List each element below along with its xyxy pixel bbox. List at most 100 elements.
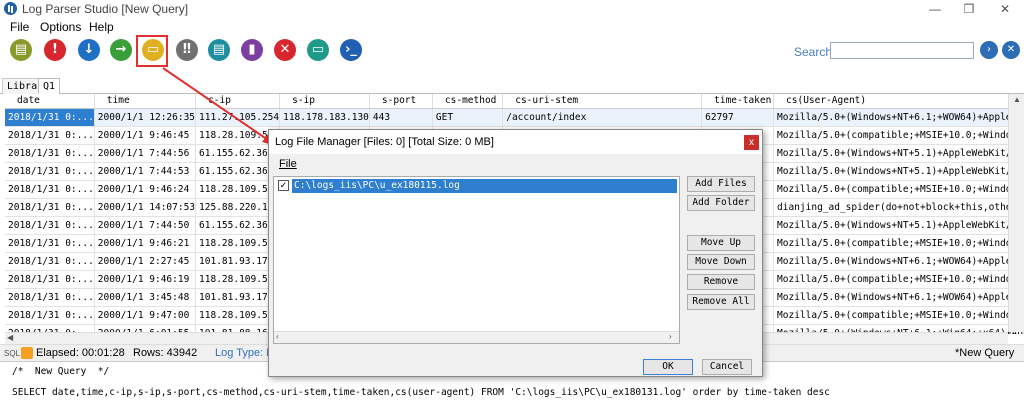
table-cell: 2018/1/31 0:...: [5, 234, 95, 253]
table-cell: 2000/1/1 14:07:53: [94, 198, 197, 217]
scroll-left-icon[interactable]: ◀: [7, 333, 13, 342]
column-header-time-taken[interactable]: time-taken: [701, 94, 775, 109]
table-cell: 61.155.62.36: [195, 162, 281, 181]
remove-button[interactable]: Remove: [687, 274, 755, 290]
move-down-button[interactable]: Move Down: [687, 254, 755, 270]
scroll-right-icon[interactable]: ›: [669, 332, 672, 341]
table-cell: 2018/1/31 0:...: [5, 198, 95, 217]
column-header-date[interactable]: date: [5, 94, 95, 109]
table-cell: 118.178.183.130: [279, 108, 370, 127]
search-close-icon[interactable]: ✕: [1002, 41, 1020, 59]
table-cell: 2000/1/1 9:46:19: [94, 270, 197, 289]
document-icon[interactable]: ▤: [208, 39, 230, 61]
download-icon[interactable]: ↓: [78, 39, 100, 61]
table-cell: 125.88.220.109: [195, 198, 281, 217]
table-cell: Mozilla/5.0+(Windows+NT+5.1)+AppleWebKit…: [773, 162, 1024, 181]
menu-bar: File Options Help: [0, 18, 1024, 36]
log-file-icon: [21, 347, 33, 359]
chart-icon[interactable]: ▮: [241, 39, 263, 61]
search-input[interactable]: [830, 42, 974, 59]
table-cell: /account/index: [502, 108, 703, 127]
column-header-s-ip[interactable]: s-ip: [279, 94, 370, 109]
table-cell: 2018/1/31 0:...: [5, 270, 95, 289]
export-icon[interactable]: ▭: [307, 39, 329, 61]
restore-button[interactable]: ❐: [952, 0, 986, 18]
stop-icon[interactable]: ✕: [274, 39, 296, 61]
search-next-icon[interactable]: ›: [980, 41, 998, 59]
dialog-close-button[interactable]: x: [744, 135, 759, 150]
column-header-cs-uri-stem[interactable]: cs-uri-stem: [502, 94, 703, 109]
file-path[interactable]: C:\logs_iis\PC\u_ex180115.log: [292, 179, 677, 193]
table-cell: dianjing_ad_spider(do+not+block+this,oth…: [773, 198, 1024, 217]
table-row[interactable]: 2018/1/31 0:... 2000/1/1 12:26:35 111.27.1…: [5, 108, 1024, 127]
column-header-time[interactable]: time: [94, 94, 197, 109]
table-cell: 2018/1/31 0:...: [5, 162, 95, 181]
table-cell: Mozilla/5.0+(compatible;+MSIE+10.0;+Wind…: [773, 126, 1024, 145]
file-list-item[interactable]: ✓ C:\logs_iis\PC\u_ex180115.log: [276, 179, 677, 193]
table-cell: 111.27.105.254: [195, 108, 281, 127]
table-cell: 2000/1/1 7:44:53: [94, 162, 197, 181]
move-up-button[interactable]: Move Up: [687, 235, 755, 251]
table-cell: 118.28.109.59: [195, 234, 281, 253]
table-cell: 2000/1/1 9:46:45: [94, 126, 197, 145]
table-cell: Mozilla/5.0+(compatible;+MSIE+10.0;+Wind…: [773, 270, 1024, 289]
elapsed-time: Elapsed: 00:01:28: [36, 347, 125, 359]
library-icon[interactable]: ▤: [10, 39, 32, 61]
table-cell: 2018/1/31 0:...: [5, 108, 95, 127]
menu-options[interactable]: Options: [40, 20, 81, 34]
table-cell: Mozilla/5.0+(compatible;+MSIE+10.0;+Wind…: [773, 306, 1024, 325]
column-header-c-ip[interactable]: c-ip: [195, 94, 281, 109]
grid-vertical-scrollbar[interactable]: ▲: [1008, 94, 1024, 332]
table-cell: Mozilla/5.0+(Windows+NT+6.1;+WOW64)+Appl…: [773, 252, 1024, 271]
tab-bar: Library Q1: [0, 76, 1024, 95]
table-cell: 2018/1/31 0:...: [5, 306, 95, 325]
log-file-manager-dialog: Log File Manager [Files: 0] [Total Size:…: [268, 129, 763, 377]
error-icon[interactable]: !: [44, 39, 66, 61]
window-title: Log Parser Studio [New Query]: [22, 2, 189, 16]
table-cell: 2000/1/1 2:27:45: [94, 252, 197, 271]
open-log-highlight-box: [136, 35, 168, 67]
add-files-button[interactable]: Add Files: [687, 176, 755, 192]
column-header-cs-method[interactable]: cs-method: [432, 94, 504, 109]
query-name: *New Query: [955, 347, 1015, 359]
cancel-button[interactable]: Cancel: [702, 359, 752, 375]
add-folder-button[interactable]: Add Folder: [687, 195, 755, 211]
table-cell: 2000/1/1 9:46:21: [94, 234, 197, 253]
dialog-title-bar: Log File Manager [Files: 0] [Total Size:…: [269, 130, 762, 154]
table-cell: 2000/1/1 9:47:00: [94, 306, 197, 325]
table-cell: 2000/1/1 9:46:24: [94, 180, 197, 199]
column-header-user-agent[interactable]: cs(User-Agent): [773, 94, 1024, 109]
run-query-icon[interactable]: →: [110, 39, 132, 61]
remove-all-button[interactable]: Remove All: [687, 294, 755, 310]
file-checkbox[interactable]: ✓: [278, 180, 289, 191]
table-cell: 2000/1/1 7:44:50: [94, 216, 197, 235]
column-header-s-port[interactable]: s-port: [369, 94, 433, 109]
ok-button[interactable]: OK: [643, 359, 693, 375]
table-cell: Mozilla/5.0+(Windows+NT+5.1)+AppleWebKit…: [773, 216, 1024, 235]
minimize-button[interactable]: —: [918, 0, 952, 18]
menu-file[interactable]: File: [10, 20, 29, 34]
table-cell: 443: [369, 108, 433, 127]
app-logo-icon: [4, 2, 17, 15]
table-cell: 2000/1/1 12:26:35: [94, 108, 197, 127]
table-cell: 118.28.109.59: [195, 126, 281, 145]
powershell-icon[interactable]: ›_: [340, 39, 362, 61]
row-count: Rows: 43942: [133, 347, 198, 359]
close-window-button[interactable]: ✕: [988, 0, 1022, 18]
table-cell: 2018/1/31 0:...: [5, 252, 95, 271]
scroll-up-icon[interactable]: ▲: [1013, 95, 1021, 104]
file-list[interactable]: ✓ C:\logs_iis\PC\u_ex180115.log ‹ ›: [273, 176, 680, 344]
file-list-scrollbar[interactable]: ‹ ›: [274, 331, 679, 343]
query-comment: /* New Query */: [12, 366, 110, 377]
title-bar: Log Parser Studio [New Query] — ❐ ✕: [0, 0, 1024, 18]
tab-q1[interactable]: Q1: [38, 78, 61, 95]
dialog-menu-file[interactable]: File: [279, 158, 297, 170]
table-cell: 118.28.109.59: [195, 306, 281, 325]
menu-help[interactable]: Help: [89, 20, 114, 34]
run-multiple-icon[interactable]: ‼: [176, 39, 198, 61]
table-cell: 118.28.109.59: [195, 270, 281, 289]
table-cell: 101.81.93.176: [195, 288, 281, 307]
sql-icon: SQL: [4, 349, 21, 358]
scroll-left-icon[interactable]: ‹: [276, 332, 279, 341]
table-cell: 2018/1/31 0:...: [5, 216, 95, 235]
